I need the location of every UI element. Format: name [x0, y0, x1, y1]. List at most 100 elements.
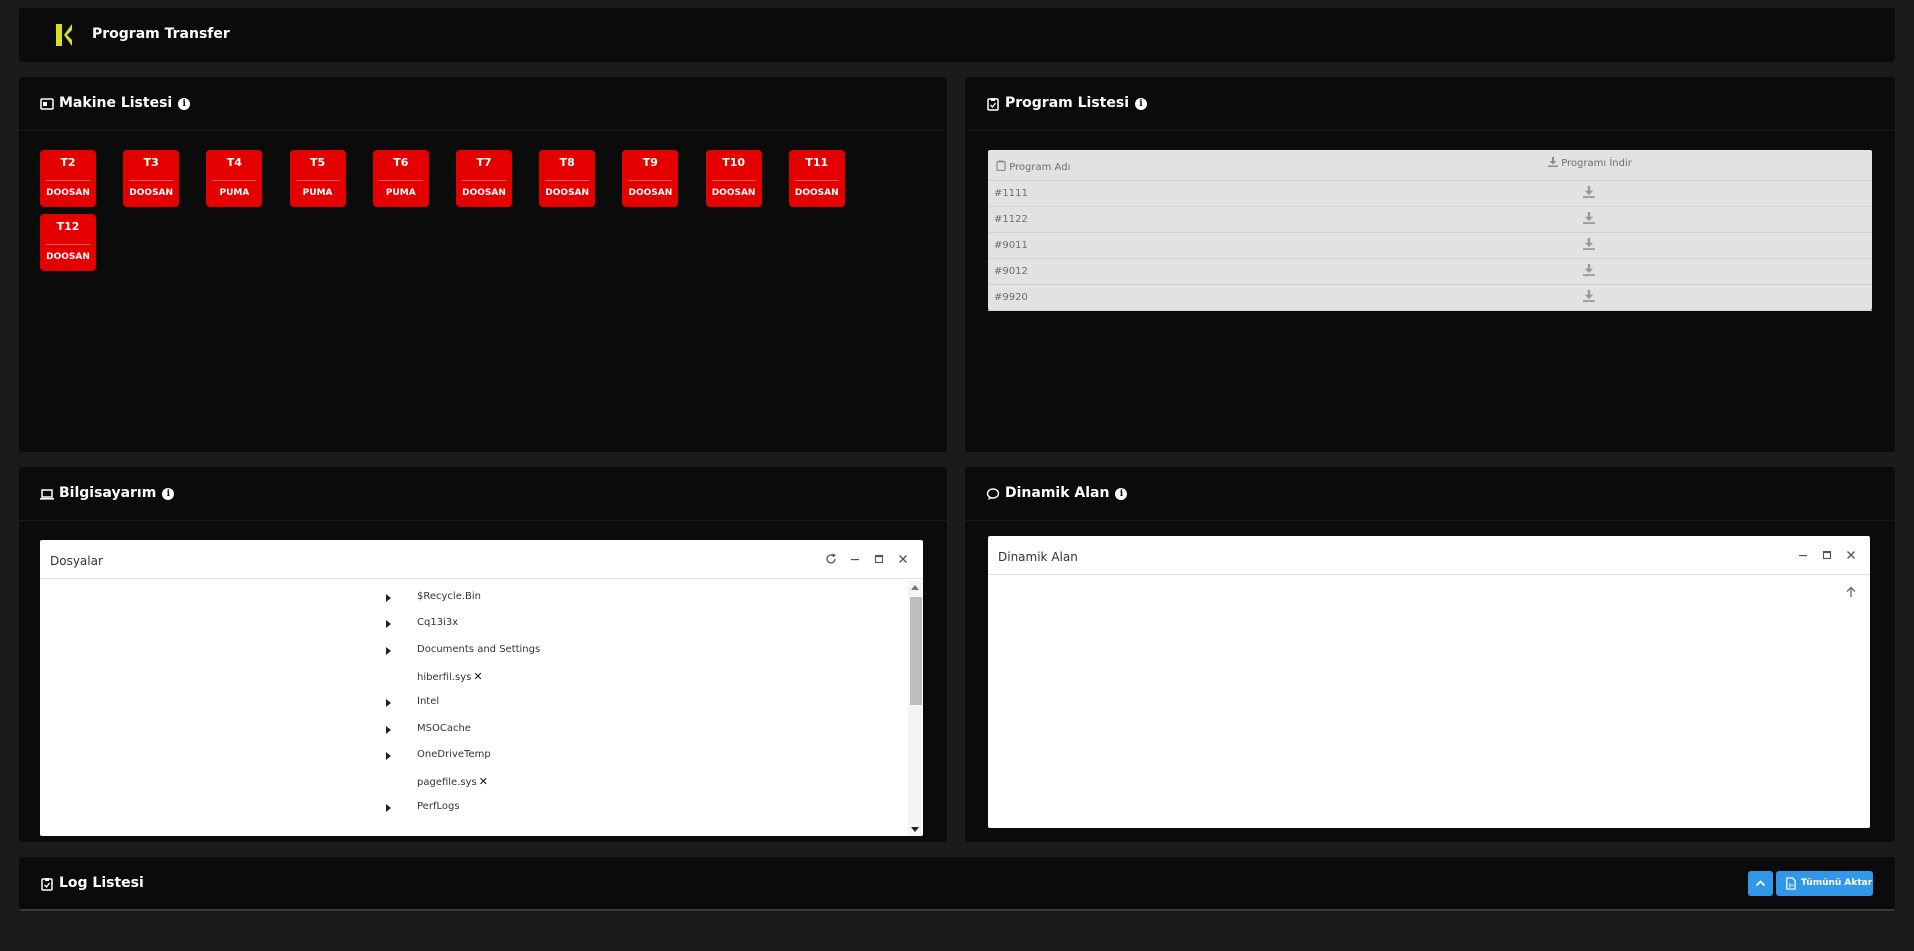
program-name: #1122	[994, 214, 1028, 225]
expand-arrow-icon[interactable]	[386, 646, 391, 655]
log-list-title: Log Listesi	[59, 875, 144, 891]
close-icon[interactable]	[1844, 548, 1858, 562]
column-program-name: Program Adı	[1009, 162, 1071, 173]
app-logo	[56, 24, 72, 46]
machine-name: T11	[805, 156, 829, 169]
program-name: #1111	[994, 188, 1028, 199]
machine-tile[interactable]: T3 DOOSAN	[123, 150, 180, 207]
expand-arrow-icon[interactable]	[386, 751, 391, 760]
machine-name: T7	[476, 156, 492, 169]
download-icon[interactable]	[1583, 264, 1595, 276]
machine-tile[interactable]: T9 DOOSAN	[622, 150, 679, 207]
download-icon[interactable]	[1583, 186, 1595, 198]
machine-name: T5	[310, 156, 326, 169]
machine-list-header: Makine Listesi i	[19, 77, 947, 131]
machine-divider	[794, 180, 839, 181]
computer-title: Bilgisayarım	[59, 485, 157, 501]
machine-name: T9	[642, 156, 658, 169]
files-window-titlebar: Dosyalar	[40, 540, 923, 579]
machine-tile[interactable]: T8 DOOSAN	[539, 150, 596, 207]
machine-divider	[462, 180, 506, 181]
file-name: MSOCache	[417, 722, 471, 734]
folder-item[interactable]: OneDriveTemp	[417, 749, 491, 760]
machine-tile[interactable]: T7 DOOSAN	[456, 150, 512, 207]
expand-arrow-icon[interactable]	[386, 594, 391, 602]
machine-name: T10	[722, 156, 745, 169]
program-list-panel: Program Listesi i Program Adı Programı İn…	[965, 77, 1895, 452]
maximize-icon[interactable]	[872, 552, 886, 566]
machine-name: T8	[559, 156, 575, 169]
minimize-icon[interactable]	[848, 552, 862, 566]
info-icon[interactable]: i	[1135, 98, 1147, 110]
machine-name: T4	[226, 156, 242, 169]
app-title: Program Transfer	[92, 26, 230, 42]
machine-name: T3	[143, 156, 159, 169]
arrow-up-icon[interactable]	[1844, 585, 1858, 599]
machine-divider	[295, 180, 340, 181]
machine-tile[interactable]: T5 PUMA	[289, 150, 346, 207]
table-row: #9012	[988, 259, 1872, 285]
computer-panel: Bilgisayarım i Dosyalar $Recycle.Bin Cq13i…	[19, 467, 947, 842]
folder-item[interactable]: Intel	[417, 696, 439, 707]
info-icon[interactable]: i	[1115, 488, 1128, 500]
machine-name: T2	[60, 156, 76, 169]
folder-item[interactable]: MSOCache	[417, 723, 471, 734]
machine-brand: DOOSAN	[129, 188, 174, 198]
file-item[interactable]: pagefile.sys ✕	[417, 775, 488, 788]
close-icon[interactable]	[896, 552, 910, 566]
folder-item[interactable]: Documents and Settings	[417, 644, 540, 655]
folder-item[interactable]: PerfLogs	[417, 801, 460, 812]
file-name: $Recycle.Bin	[417, 591, 482, 602]
info-icon[interactable]: i	[178, 98, 191, 110]
delete-icon[interactable]: ✕	[479, 775, 488, 788]
scrollbar-thumb[interactable]	[910, 597, 922, 705]
program-list-header: Program Listesi i	[965, 77, 1895, 131]
program-name: #9920	[994, 292, 1028, 303]
machine-brand: DOOSAN	[711, 188, 756, 198]
folder-item[interactable]: Cq13i3x	[417, 617, 458, 628]
minimize-icon[interactable]	[1796, 548, 1810, 562]
folder-item[interactable]: $Recycle.Bin	[417, 591, 481, 602]
delete-icon[interactable]: ✕	[473, 670, 482, 683]
clipboard-icon	[41, 878, 53, 891]
dynamic-window-title: Dinamik Alan	[998, 550, 1078, 564]
machine-tile[interactable]: T4 PUMA	[206, 150, 263, 207]
file-name: hiberfil.sys	[417, 671, 472, 683]
refresh-icon[interactable]	[824, 552, 838, 566]
expand-arrow-icon[interactable]	[386, 620, 391, 629]
download-icon[interactable]	[1583, 238, 1595, 250]
machine-tile[interactable]: T10 DOOSAN	[705, 150, 762, 207]
machine-tile[interactable]: T12 DOOSAN	[40, 214, 96, 271]
file-item[interactable]: hiberfil.sys ✕	[417, 670, 483, 683]
machine-brand: DOOSAN	[545, 188, 590, 198]
machine-divider	[46, 244, 90, 245]
file-tree-scrollbar[interactable]	[908, 581, 922, 836]
machine-tile[interactable]: T6 PUMA	[372, 150, 429, 207]
table-row: #1111	[988, 181, 1872, 207]
machine-divider	[46, 180, 90, 181]
expand-arrow-icon[interactable]	[386, 699, 391, 708]
info-icon[interactable]: i	[162, 488, 175, 500]
computer-header: Bilgisayarım i	[19, 467, 947, 521]
machine-list-panel: Makine Listesi i T2 DOOSAN T3 DOOSAN T4 PUMA T5…	[19, 77, 947, 452]
machine-tile[interactable]: T2 DOOSAN	[40, 150, 96, 207]
machine-divider	[628, 180, 673, 181]
scroll-down-arrow-icon[interactable]	[911, 827, 919, 832]
expand-arrow-icon[interactable]	[386, 804, 391, 813]
maximize-icon[interactable]	[1820, 548, 1834, 562]
clipboard-icon	[996, 160, 1006, 172]
machine-brand: PUMA	[219, 188, 250, 198]
program-list-title: Program Listesi	[1005, 95, 1129, 111]
machine-tile[interactable]: T11 DOOSAN	[788, 150, 845, 207]
clipboard-icon	[987, 98, 999, 111]
machine-name: T6	[393, 156, 409, 169]
machine-brand: DOOSAN	[794, 188, 839, 198]
program-table-header: Program Adı Programı İndir	[988, 150, 1872, 181]
export-all-button[interactable]: Tümünü Aktar	[1776, 871, 1873, 896]
download-icon[interactable]	[1583, 290, 1595, 302]
program-table: Program Adı Programı İndir #1111 #1122 #90…	[988, 150, 1872, 311]
collapse-button[interactable]	[1748, 871, 1773, 896]
download-icon[interactable]	[1583, 212, 1595, 224]
scroll-up-arrow-icon[interactable]	[911, 585, 919, 590]
expand-arrow-icon[interactable]	[386, 725, 391, 734]
